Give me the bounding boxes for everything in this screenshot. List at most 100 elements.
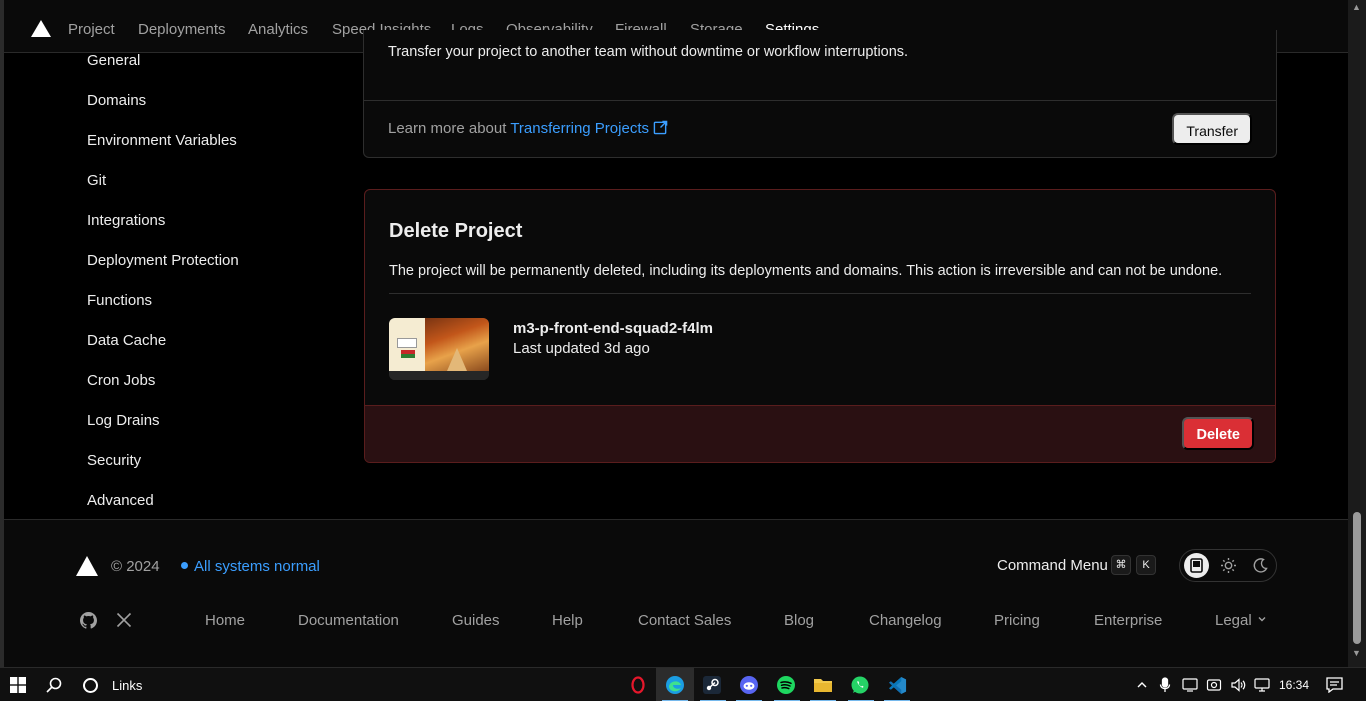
opera-app[interactable]: [620, 668, 656, 701]
copyright: © 2024: [111, 558, 160, 575]
chevron-up-icon: [1137, 682, 1147, 688]
footer-link-documentation[interactable]: Documentation: [298, 612, 399, 629]
project-last-updated: Last updated 3d ago: [513, 340, 650, 357]
learn-more-prefix: Learn more about: [388, 120, 507, 137]
divider: [364, 100, 1276, 101]
x-twitter-icon[interactable]: [116, 612, 132, 628]
tray-display[interactable]: [1179, 668, 1201, 701]
security-tray-icon: [1206, 679, 1222, 691]
tray-volume[interactable]: [1227, 668, 1249, 701]
footer-link-guides[interactable]: Guides: [452, 612, 500, 629]
vscode-app[interactable]: [878, 668, 916, 701]
scroll-down-icon[interactable]: ▼: [1352, 648, 1361, 658]
speaker-icon: [1231, 678, 1246, 692]
footer-link-blog[interactable]: Blog: [784, 612, 814, 629]
delete-button[interactable]: Delete: [1182, 417, 1254, 450]
footer-link-pricing[interactable]: Pricing: [994, 612, 1040, 629]
sidebar-item-domains[interactable]: Domains: [87, 92, 146, 109]
dark-theme-button[interactable]: [1248, 553, 1273, 578]
tab-deployments[interactable]: Deployments: [138, 21, 226, 38]
light-theme-button[interactable]: [1216, 553, 1241, 578]
sidebar-item-advanced[interactable]: Advanced: [87, 492, 154, 509]
sidebar-item-integrations[interactable]: Integrations: [87, 212, 165, 229]
chevron-down-icon: [1258, 617, 1266, 622]
spotify-app[interactable]: [768, 668, 804, 701]
delete-project-card: Delete Project The project will be perma…: [364, 189, 1276, 463]
footer-link-changelog[interactable]: Changelog: [869, 612, 942, 629]
transferring-projects-link[interactable]: Transferring Projects: [510, 120, 668, 137]
taskbar-links-label[interactable]: Links: [112, 678, 142, 693]
windows-icon: [10, 677, 26, 693]
vercel-logo-icon[interactable]: [31, 20, 51, 37]
monitor-icon: [1190, 558, 1203, 573]
taskbar: Links 16:34: [0, 667, 1366, 701]
edge-icon: [666, 676, 684, 694]
tab-project[interactable]: Project: [68, 21, 115, 38]
taskbar-search-button[interactable]: [36, 668, 72, 701]
steam-app[interactable]: [694, 668, 730, 701]
scrollbar-thumb[interactable]: [1353, 512, 1361, 644]
footer-link-legal[interactable]: Legal: [1215, 612, 1268, 629]
start-button[interactable]: [0, 668, 36, 701]
github-icon[interactable]: [80, 612, 97, 629]
spotify-icon: [777, 676, 795, 694]
sun-icon: [1221, 558, 1236, 573]
scroll-up-icon[interactable]: ▲: [1352, 2, 1361, 12]
search-icon: [46, 677, 62, 693]
file-explorer-app[interactable]: [804, 668, 842, 701]
discord-icon: [740, 676, 758, 694]
display-settings-icon: [1182, 678, 1198, 692]
sidebar-item-security[interactable]: Security: [87, 452, 141, 469]
sidebar-item-cron-jobs[interactable]: Cron Jobs: [87, 372, 155, 389]
page-footer: © 2024 All systems normal Command Menu ⌘…: [4, 519, 1348, 667]
taskbar-clock[interactable]: 16:34: [1279, 678, 1309, 692]
sidebar-item-environment-variables[interactable]: Environment Variables: [87, 132, 237, 149]
cortana-button[interactable]: [72, 668, 108, 701]
delete-project-description: The project will be permanently deleted,…: [389, 263, 1223, 279]
status-dot-icon: [181, 562, 188, 569]
footer-link-help[interactable]: Help: [552, 612, 583, 629]
page-scrollbar[interactable]: ▲ ▼: [1348, 0, 1366, 667]
tray-network[interactable]: [1251, 668, 1273, 701]
action-center-button[interactable]: [1320, 668, 1348, 701]
network-icon: [1254, 678, 1270, 692]
footer-link-enterprise[interactable]: Enterprise: [1094, 612, 1162, 629]
cortana-icon: [82, 677, 98, 693]
sidebar-item-general[interactable]: General: [87, 52, 140, 69]
whatsapp-icon: [851, 676, 869, 694]
kbd-cmd: ⌘: [1111, 555, 1131, 575]
project-name: m3-p-front-end-squad2-f4lm: [513, 320, 713, 337]
edge-app[interactable]: [656, 668, 694, 701]
tray-overflow-button[interactable]: [1131, 668, 1153, 701]
transfer-learn-more: Learn more about Transferring Projects: [388, 120, 668, 137]
microphone-icon: [1159, 677, 1171, 692]
tray-security[interactable]: [1203, 668, 1225, 701]
command-menu-label[interactable]: Command Menu: [997, 557, 1108, 574]
external-link-icon: [653, 120, 668, 135]
discord-app[interactable]: [730, 668, 768, 701]
folder-icon: [814, 679, 832, 692]
notification-icon: [1325, 677, 1343, 693]
kbd-k: K: [1136, 555, 1156, 575]
divider: [389, 293, 1251, 294]
transfer-description: Transfer your project to another team wi…: [388, 44, 909, 60]
transfer-project-card: Transfer your project to another team wi…: [363, 30, 1277, 158]
sidebar-item-log-drains[interactable]: Log Drains: [87, 412, 160, 429]
tab-analytics[interactable]: Analytics: [248, 21, 308, 38]
system-theme-button[interactable]: [1184, 553, 1209, 578]
transfer-button[interactable]: Transfer: [1172, 113, 1252, 145]
footer-link-contact-sales[interactable]: Contact Sales: [638, 612, 731, 629]
sidebar-item-deployment-protection[interactable]: Deployment Protection: [87, 252, 239, 269]
browser-viewport: Project Deployments Analytics Speed Insi…: [4, 0, 1348, 667]
system-status-link[interactable]: All systems normal: [181, 558, 320, 575]
sidebar-item-functions[interactable]: Functions: [87, 292, 152, 309]
tray-microphone[interactable]: [1155, 668, 1175, 701]
theme-switcher: [1179, 549, 1277, 582]
sidebar-item-git[interactable]: Git: [87, 172, 106, 189]
whatsapp-app[interactable]: [842, 668, 878, 701]
vercel-logo-icon[interactable]: [76, 556, 98, 576]
delete-project-title: Delete Project: [389, 220, 523, 242]
footer-link-home[interactable]: Home: [205, 612, 245, 629]
sidebar-item-data-cache[interactable]: Data Cache: [87, 332, 166, 349]
moon-icon: [1253, 558, 1268, 573]
